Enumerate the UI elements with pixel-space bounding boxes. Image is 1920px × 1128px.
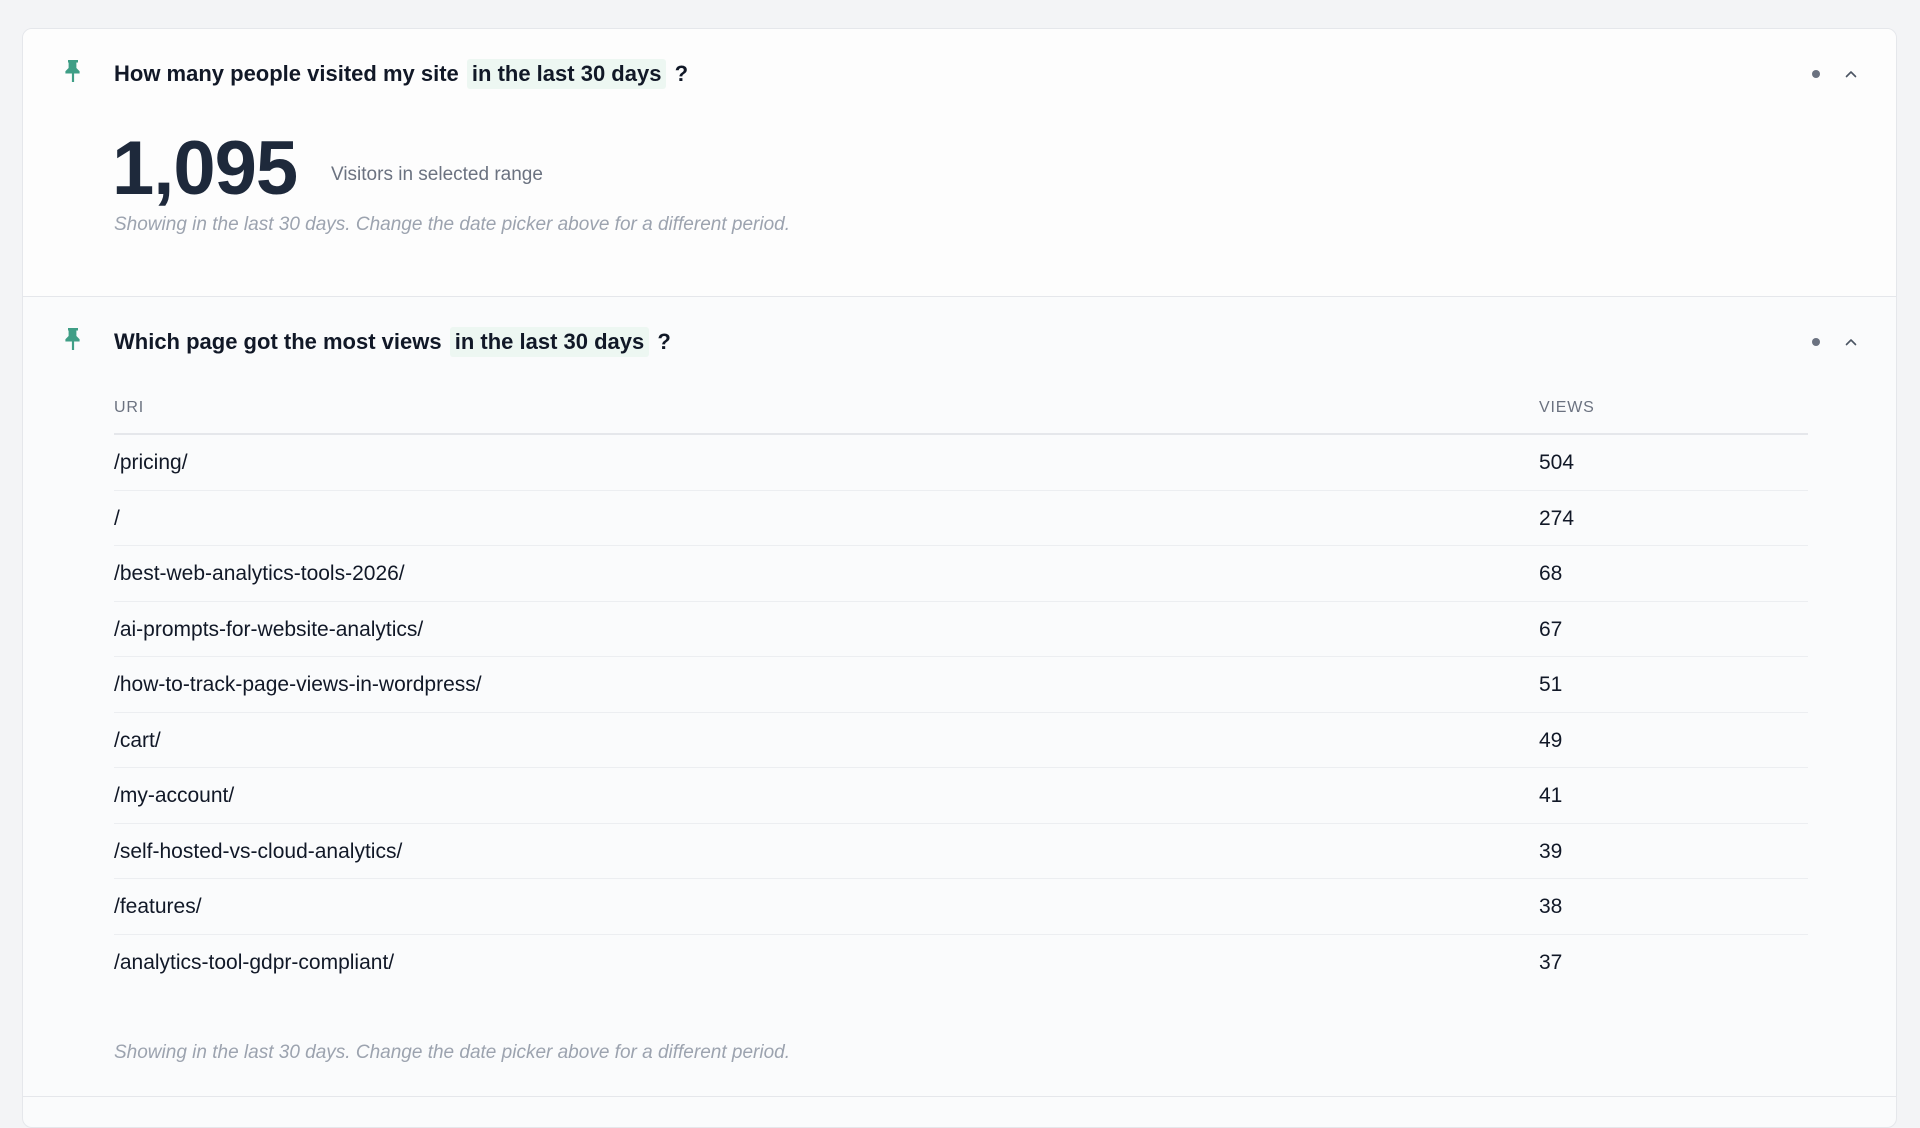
top-pages-card: Which page got the most views in the las… <box>23 297 1896 1097</box>
views-cell: 37 <box>1539 950 1563 974</box>
uri-cell: /ai-prompts-for-website-analytics/ <box>114 617 424 641</box>
uri-cell: / <box>114 506 120 530</box>
dot-menu-icon[interactable] <box>1809 335 1823 349</box>
insights-panel: How many people visited my site in the l… <box>22 28 1897 1128</box>
views-cell: 51 <box>1539 673 1563 696</box>
views-cell: 39 <box>1539 839 1563 863</box>
uri-cell: /pricing/ <box>114 451 188 474</box>
uri-cell: /best-web-analytics-tools-2026/ <box>114 562 405 585</box>
views-cell: 504 <box>1539 451 1575 474</box>
question-text: How many people visited my site in the l… <box>114 59 688 89</box>
uri-cell: /cart/ <box>114 728 161 752</box>
table-row[interactable]: /analytics-tool-gdpr-compliant/ 37 <box>114 935 1808 991</box>
table-row[interactable]: /best-web-analytics-tools-2026/ 68 <box>114 546 1808 602</box>
table-row[interactable]: /ai-prompts-for-website-analytics/ 67 <box>114 602 1808 657</box>
pin-icon[interactable] <box>65 59 81 83</box>
table-row[interactable]: /pricing/ 504 <box>114 435 1808 491</box>
views-cell: 49 <box>1539 728 1563 752</box>
table-row[interactable]: /self-hosted-vs-cloud-analytics/ 39 <box>114 824 1808 879</box>
question-suffix: ? <box>657 329 671 354</box>
top-pages-table: URI VIEWS /pricing/ 504 / 274 /best-web-… <box>114 397 1808 990</box>
visitors-card: How many people visited my site in the l… <box>23 29 1896 297</box>
views-cell: 68 <box>1539 562 1563 585</box>
column-header-views[interactable]: VIEWS <box>1539 397 1595 419</box>
card-header: Which page got the most views in the las… <box>23 297 1896 387</box>
column-header-uri[interactable]: URI <box>114 397 144 419</box>
views-cell: 67 <box>1539 617 1563 641</box>
uri-cell: /self-hosted-vs-cloud-analytics/ <box>114 839 403 863</box>
question-prefix: How many people visited my site <box>114 61 459 86</box>
question-prefix: Which page got the most views <box>114 329 442 354</box>
views-cell: 38 <box>1539 895 1563 918</box>
table-body: /pricing/ 504 / 274 /best-web-analytics-… <box>114 435 1808 990</box>
chevron-up-icon[interactable] <box>1842 65 1860 83</box>
table-row[interactable]: /my-account/ 41 <box>114 768 1808 824</box>
uri-cell: /features/ <box>114 895 202 918</box>
question-text: Which page got the most views in the las… <box>114 327 671 357</box>
chevron-up-icon[interactable] <box>1842 333 1860 351</box>
dot-menu-icon[interactable] <box>1809 67 1823 81</box>
views-cell: 41 <box>1539 784 1563 807</box>
date-range-chip[interactable]: in the last 30 days <box>466 59 667 89</box>
table-row[interactable]: /cart/ 49 <box>114 713 1808 768</box>
date-range-chip[interactable]: in the last 30 days <box>449 327 650 357</box>
visitor-count-label: Visitors in selected range <box>331 164 543 185</box>
question-suffix: ? <box>674 61 689 86</box>
uri-cell: /analytics-tool-gdpr-compliant/ <box>114 950 395 974</box>
range-footnote: Showing in the last 30 days. Change the … <box>114 1042 790 1063</box>
table-row[interactable]: /how-to-track-page-views-in-wordpress/ 5… <box>114 657 1808 713</box>
table-row[interactable]: /features/ 38 <box>114 879 1808 935</box>
card-header: How many people visited my site in the l… <box>23 29 1896 119</box>
table-header: URI VIEWS <box>114 397 1808 435</box>
views-cell: 274 <box>1539 506 1575 530</box>
uri-cell: /my-account/ <box>114 784 235 807</box>
pin-icon[interactable] <box>65 327 81 351</box>
uri-cell: /how-to-track-page-views-in-wordpress/ <box>114 673 482 696</box>
visitor-count: 1,095 <box>112 126 298 211</box>
table-row[interactable]: / 274 <box>114 491 1808 546</box>
range-footnote: Showing in the last 30 days. Change the … <box>114 214 790 235</box>
